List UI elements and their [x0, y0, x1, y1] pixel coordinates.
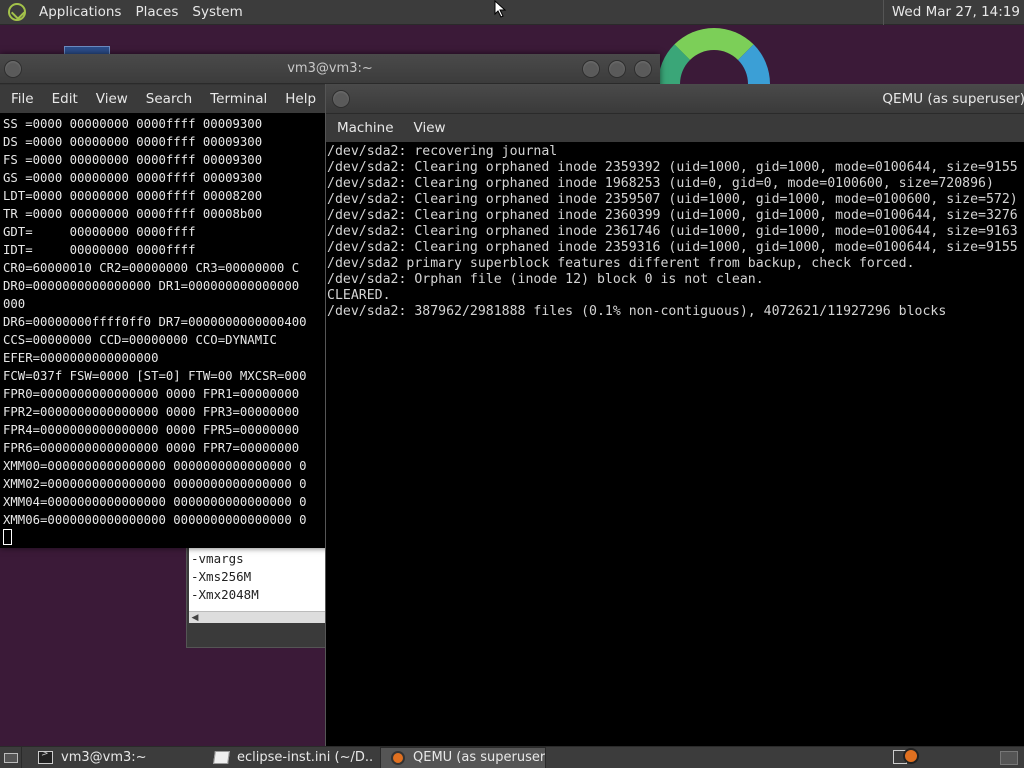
window-menu-button[interactable] — [332, 90, 350, 108]
desktop-icon — [3, 752, 18, 763]
menu-help[interactable]: Help — [276, 91, 325, 107]
horizontal-scrollbar[interactable]: ◀ — [189, 611, 327, 623]
terminal-line: XMM02=0000000000000000 0000000000000000 … — [3, 477, 307, 491]
task-eclipse-ini[interactable]: eclipse-inst.ini (~/D... — [204, 747, 374, 768]
terminal-line: FPR0=0000000000000000 0000 FPR1=00000000 — [3, 387, 300, 401]
terminal-line: GDT= 00000000 0000ffff — [3, 225, 196, 239]
task-qemu[interactable]: QEMU (as superuser) — [380, 746, 546, 768]
terminal-line: FPR6=0000000000000000 0000 FPR7=00000000 — [3, 441, 300, 455]
text-cursor — [3, 529, 12, 545]
mouse-pointer-icon — [494, 0, 507, 18]
menu-applications[interactable]: Applications — [32, 0, 128, 25]
qemu-icon — [391, 750, 405, 765]
terminal-line: GS =0000 00000000 0000ffff 00009300 — [3, 171, 263, 185]
menu-machine[interactable]: Machine — [327, 120, 404, 136]
terminal-line: EFER=0000000000000000 — [3, 351, 159, 365]
top-panel: Applications Places System Wed Mar 27, 1… — [0, 0, 1024, 25]
terminal-output[interactable]: SS =0000 00000000 0000ffff 00009300 DS =0… — [0, 113, 325, 548]
terminal-line: 000 — [3, 297, 26, 311]
terminal-titlebar[interactable]: vm3@vm3:~ — [0, 54, 660, 84]
console-line: /dev/sda2: Clearing orphaned inode 23593… — [327, 160, 1018, 175]
terminal-line: FS =0000 00000000 0000ffff 00009300 — [3, 153, 263, 167]
minimize-button[interactable] — [582, 60, 600, 78]
menu-view[interactable]: View — [404, 120, 456, 136]
task-label: eclipse-inst.ini (~/D... — [237, 750, 374, 765]
console-line: /dev/sda2: recovering journal — [327, 144, 558, 159]
task-label: vm3@vm3:~ — [61, 750, 147, 765]
scroll-left-arrow-icon[interactable]: ◀ — [189, 613, 201, 623]
text-editor-content[interactable]: jre/bin/java -vmargs -Xms256M -Xmx2048M — [189, 541, 327, 611]
terminal-line: FPR2=0000000000000000 0000 FPR3=00000000 — [3, 405, 300, 419]
distro-logo-icon[interactable] — [8, 3, 26, 21]
workspace-switcher[interactable] — [1000, 751, 1018, 765]
menu-view[interactable]: View — [87, 91, 137, 107]
editor-line: -Xmx2048M — [191, 587, 259, 602]
terminal-line: FPR4=0000000000000000 0000 FPR5=00000000 — [3, 423, 300, 437]
console-line: /dev/sda2 primary superblock features di… — [327, 256, 915, 271]
console-line: /dev/sda2: Clearing orphaned inode 23617… — [327, 224, 1018, 239]
terminal-line: SS =0000 00000000 0000ffff 00009300 — [3, 117, 263, 131]
task-terminal[interactable]: vm3@vm3:~ — [28, 747, 198, 768]
terminal-line: XMM00=0000000000000000 0000000000000000 … — [3, 459, 307, 473]
menu-places[interactable]: Places — [128, 0, 185, 25]
console-line: /dev/sda2: Orphan file (inode 12) block … — [327, 272, 764, 287]
console-line: /dev/sda2: Clearing orphaned inode 23603… — [327, 208, 1018, 223]
terminal-icon — [38, 749, 53, 764]
menu-system[interactable]: System — [185, 0, 249, 25]
qemu-window: QEMU (as superuser) Machine View /dev/sd… — [325, 84, 1024, 746]
terminal-line: TR =0000 00000000 0000ffff 00008b00 — [3, 207, 263, 221]
console-line: /dev/sda2: 387962/2981888 files (0.1% no… — [327, 304, 947, 319]
eclipse-ini-window: jre/bin/java -vmargs -Xms256M -Xmx2048M … — [186, 540, 331, 648]
terminal-line: DR0=0000000000000000 DR1=000000000000000 — [3, 279, 300, 293]
text-editor-icon — [213, 751, 230, 764]
qemu-menubar: Machine View — [326, 114, 1024, 142]
task-label: QEMU (as superuser) — [413, 750, 546, 765]
terminal-line: IDT= 00000000 0000ffff — [3, 243, 196, 257]
editor-line: -Xms256M — [191, 569, 252, 584]
menu-search[interactable]: Search — [137, 91, 201, 107]
terminal-line: DS =0000 00000000 0000ffff 00009300 — [3, 135, 263, 149]
clock[interactable]: Wed Mar 27, 14:19 — [882, 0, 1024, 25]
menu-file[interactable]: File — [2, 91, 43, 107]
terminal-line: CCS=00000000 CCD=00000000 CCO=DYNAMIC — [3, 333, 277, 347]
menu-terminal[interactable]: Terminal — [201, 91, 276, 107]
terminal-line: FCW=037f FSW=0000 [ST=0] FTW=00 MXCSR=00… — [3, 369, 307, 383]
bottom-taskbar: vm3@vm3:~ eclipse-inst.ini (~/D... QEMU … — [0, 746, 1024, 768]
tray-qemu-icon[interactable] — [893, 747, 923, 767]
terminal-line: XMM06=0000000000000000 0000000000000000 … — [3, 513, 307, 527]
terminal-line: XMM04=0000000000000000 0000000000000000 … — [3, 495, 307, 509]
terminal-line: DR6=00000000ffff0ff0 DR7=000000000000040… — [3, 315, 307, 329]
terminal-title: vm3@vm3:~ — [287, 61, 373, 76]
qemu-title: QEMU (as superuser) — [882, 91, 1024, 107]
console-line: /dev/sda2: Clearing orphaned inode 19682… — [327, 176, 994, 191]
terminal-line: CR0=60000010 CR2=00000000 CR3=00000000 C — [3, 261, 300, 275]
console-line: CLEARED. — [327, 288, 391, 303]
terminal-line: LDT=0000 00000000 0000ffff 00008200 — [3, 189, 263, 203]
qemu-titlebar[interactable]: QEMU (as superuser) — [326, 84, 1024, 114]
editor-line: -vmargs — [191, 551, 244, 566]
menu-edit[interactable]: Edit — [43, 91, 87, 107]
qemu-console-output[interactable]: /dev/sda2: recovering journal/dev/sda2: … — [326, 142, 1024, 746]
show-desktop-button[interactable] — [0, 746, 22, 768]
console-line: /dev/sda2: Clearing orphaned inode 23595… — [327, 192, 1018, 207]
close-button[interactable] — [634, 60, 652, 78]
maximize-button[interactable] — [608, 60, 626, 78]
console-line: /dev/sda2: Clearing orphaned inode 23593… — [327, 240, 1018, 255]
